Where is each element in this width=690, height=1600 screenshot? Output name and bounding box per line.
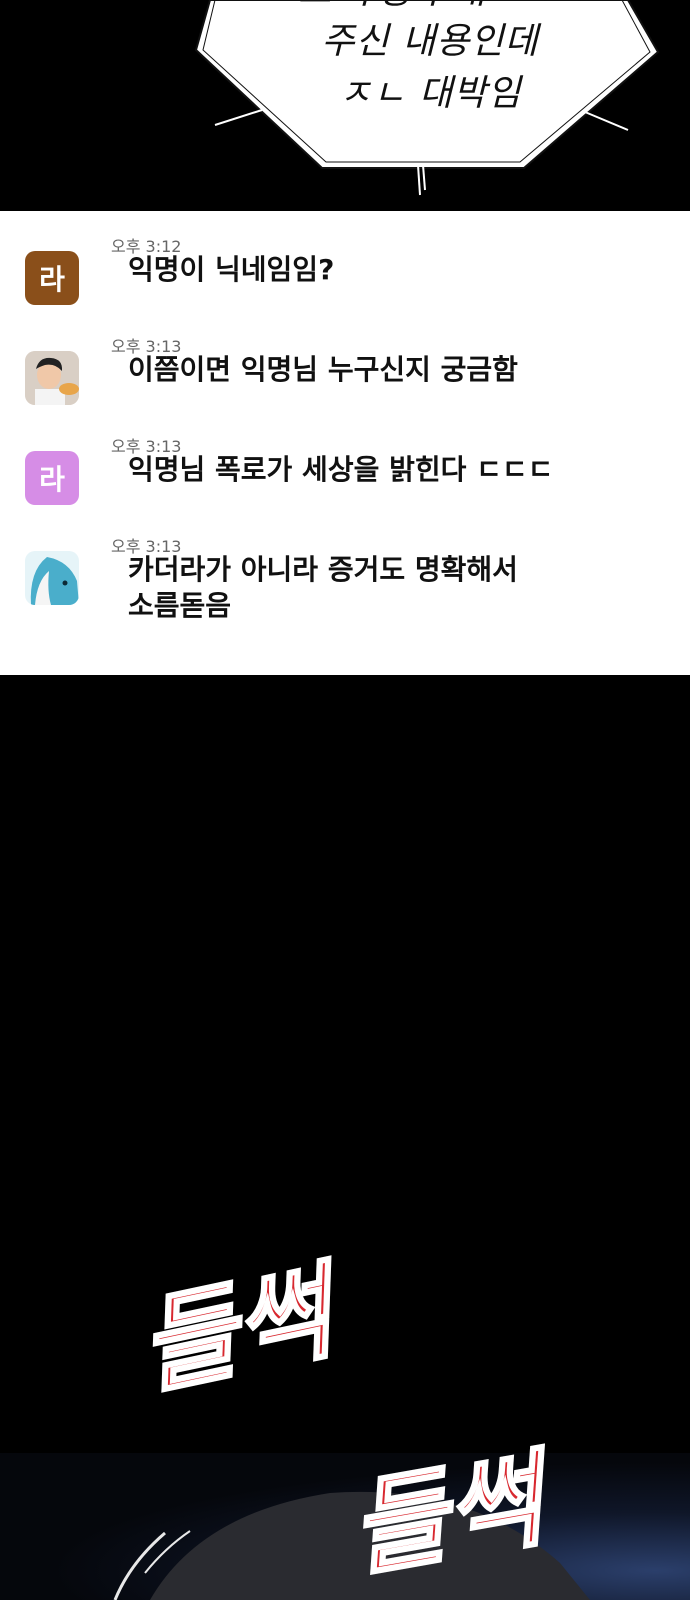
- top-panel: ㅗ느 ㅓ뭉ㅓ ㅐㅗㅜㅜ 주신 내용인데 ㅈㄴ 대박임: [0, 0, 690, 211]
- avatar: [25, 351, 79, 405]
- sfx-label: 들썩: [342, 1436, 564, 1590]
- avatar: [25, 551, 79, 605]
- message-text-line: 카더라가 아니라 증거도 명확해서: [128, 553, 518, 586]
- chat-panel: 라 오후 3:12 익명이 닉네임임? 오후 3:13 이쯤이면 익명님 누구신…: [0, 211, 690, 675]
- whale-avatar-icon: [25, 551, 79, 605]
- person-avatar-icon: [25, 351, 79, 405]
- sfx-text: 들썩: [340, 1434, 565, 1590]
- bubble-line: 주신 내용인데: [321, 21, 539, 62]
- bubble-line: ㅈㄴ 대박임: [338, 73, 522, 114]
- avatar-letter: 라: [39, 263, 65, 296]
- bubble-line: ㅗ느 ㅓ뭉ㅓ ㅐㅗㅜㅜ: [200, 0, 660, 14]
- sfx-text: 들썩: [130, 1250, 355, 1400]
- message-text: 이쯤이면 익명님 누구신지 궁금함: [128, 353, 518, 386]
- avatar-letter: 라: [39, 463, 65, 496]
- sfx-label: 들썩: [130, 1250, 354, 1400]
- message-text: 익명님 폭로가 세상을 밝힌다 ㄷㄷㄷ: [128, 453, 554, 486]
- avatar: 라: [25, 251, 79, 305]
- avatar: 라: [25, 451, 79, 505]
- message-text: 익명이 닉네임임?: [128, 253, 335, 286]
- message-text-line: 소름돋음: [128, 589, 232, 622]
